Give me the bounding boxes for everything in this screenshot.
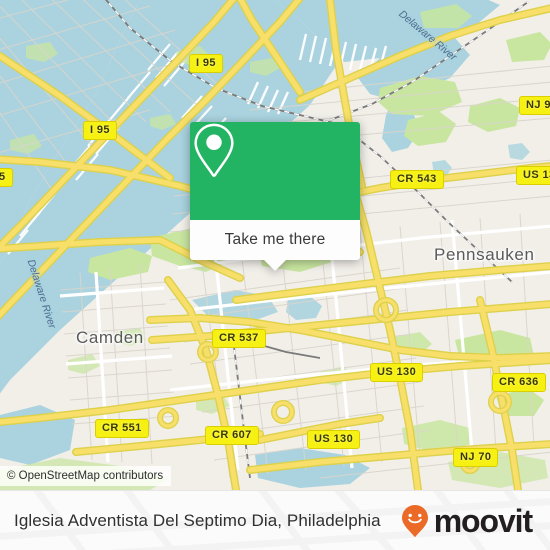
popup-pin-panel[interactable] xyxy=(190,122,360,220)
road-shield-i95-north: I 95 xyxy=(189,54,223,73)
road-shield-cr551: CR 551 xyxy=(95,419,149,438)
footer-bar: Iglesia Adventista Del Septimo Dia, Phil… xyxy=(0,490,550,550)
road-shield-cr537: CR 537 xyxy=(212,329,266,348)
location-title: Iglesia Adventista Del Septimo Dia, Phil… xyxy=(14,511,381,530)
road-shield-us130-south: US 130 xyxy=(307,430,361,449)
road-shield-nj70: NJ 70 xyxy=(453,448,499,467)
moovit-brand[interactable]: moovit xyxy=(400,491,533,550)
map-pin-icon xyxy=(194,123,234,177)
road-shield-i95-south: I 95 xyxy=(83,121,117,140)
location-popup-card[interactable]: Take me there xyxy=(190,122,360,271)
road-shield-us130-mid: US 130 xyxy=(370,363,424,382)
map-screenshot: Camden Pennsauken Delaware River Delawar… xyxy=(0,0,550,550)
map-canvas[interactable]: Camden Pennsauken Delaware River Delawar… xyxy=(0,0,550,490)
road-shield-nj90: NJ 90 xyxy=(519,96,550,115)
take-me-there-button[interactable]: Take me there xyxy=(190,220,360,260)
road-shield-cr543: CR 543 xyxy=(390,170,444,189)
moovit-wordmark: moovit xyxy=(433,503,533,539)
place-label-pennsauken: Pennsauken xyxy=(434,245,535,264)
take-me-there-label: Take me there xyxy=(224,231,326,248)
road-shield-us130-ne: US 130 xyxy=(516,166,550,185)
road-shield-cr607: CR 607 xyxy=(205,426,259,445)
road-shield-cr636: CR 636 xyxy=(492,373,546,392)
popup-tail-pointer xyxy=(264,260,286,271)
road-shield-i95-edge: 5 xyxy=(0,168,13,187)
osm-attribution[interactable]: © OpenStreetMap contributors xyxy=(0,466,172,486)
moovit-smiley-pin-icon xyxy=(401,505,428,537)
place-label-camden: Camden xyxy=(76,328,144,347)
